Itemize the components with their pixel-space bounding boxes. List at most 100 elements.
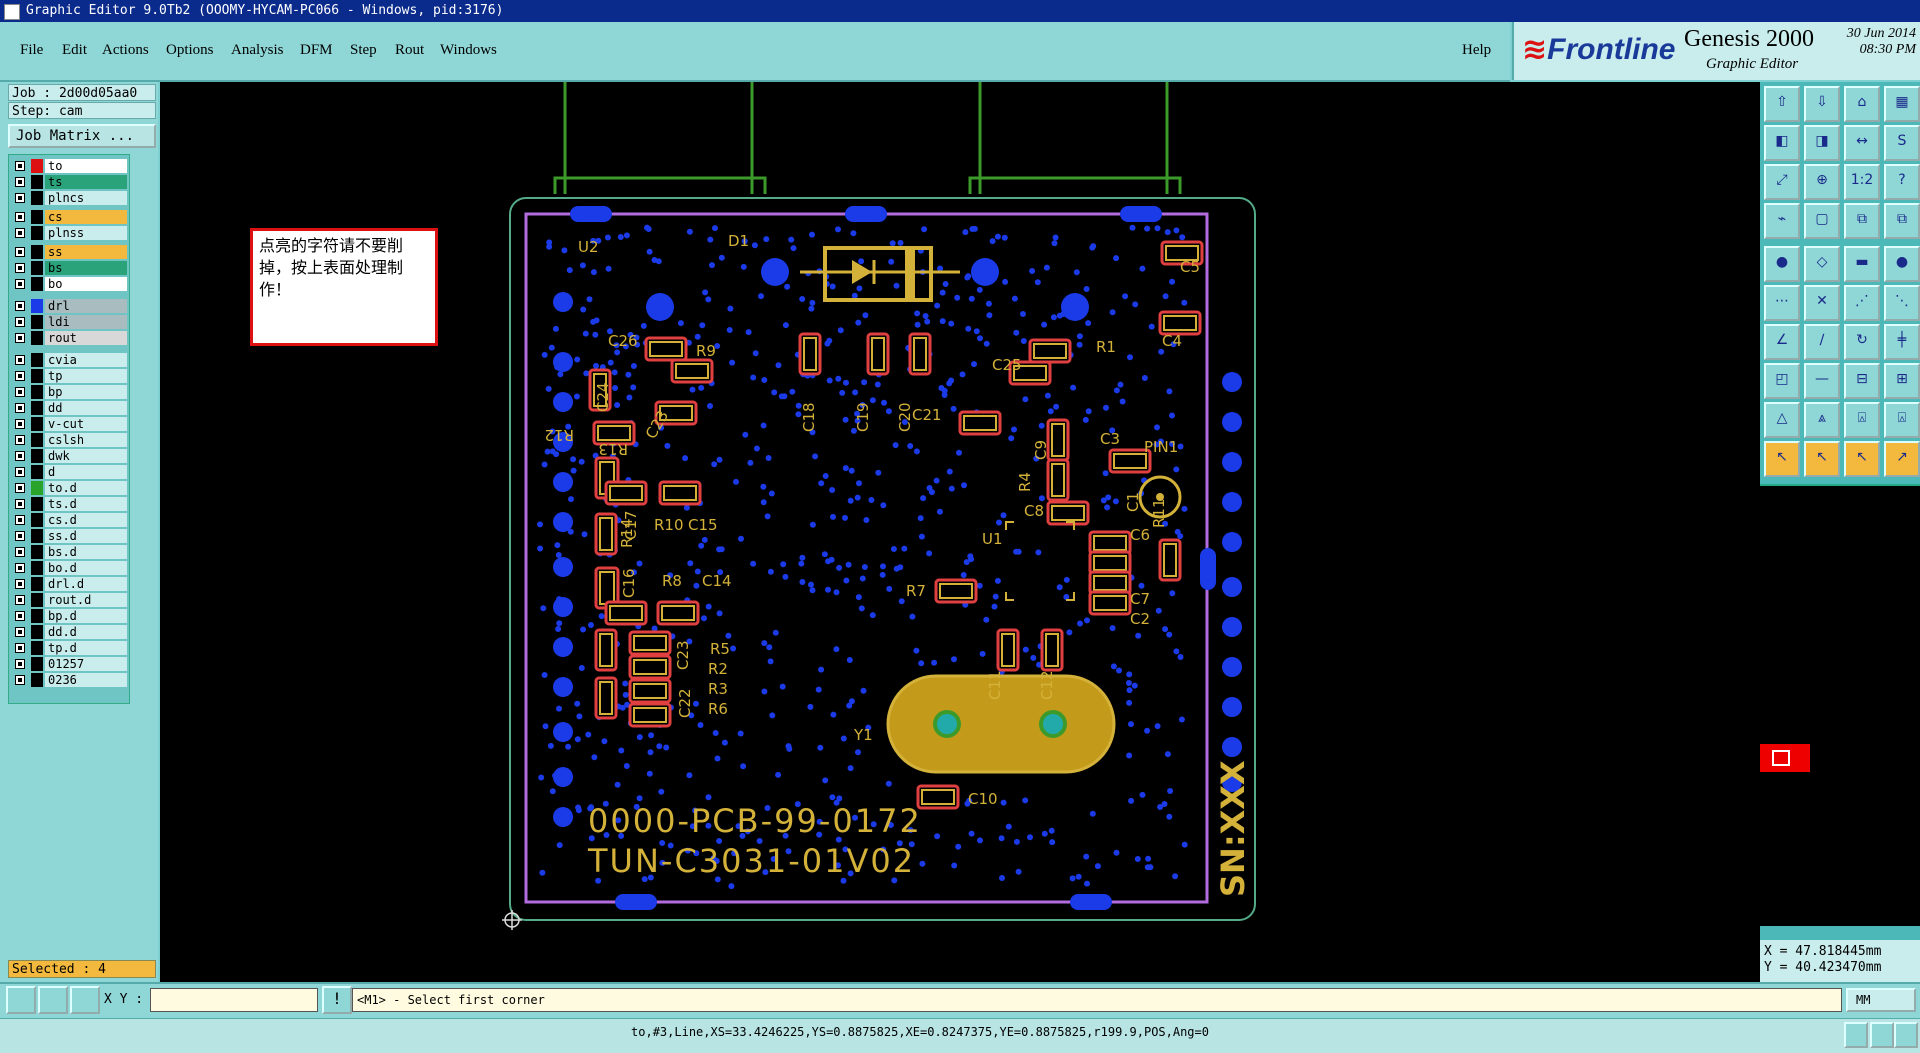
menu-actions[interactable]: Actions bbox=[102, 42, 149, 59]
layer-checkbox[interactable] bbox=[15, 531, 25, 541]
layer-row-drl-d[interactable]: drl.d bbox=[11, 577, 127, 591]
layer-row-ts[interactable]: ts bbox=[11, 175, 127, 189]
layer-color-swatch[interactable] bbox=[31, 561, 43, 575]
zoom-center-icon[interactable]: ⊕ bbox=[1804, 164, 1840, 200]
slash-icon[interactable]: ∕ bbox=[1804, 324, 1840, 360]
pointer-alt-icon[interactable]: ↖ bbox=[1804, 441, 1840, 477]
layer-color-swatch[interactable] bbox=[31, 159, 43, 173]
layer-checkbox[interactable] bbox=[15, 451, 25, 461]
xy-input[interactable] bbox=[150, 988, 318, 1012]
layer-row-bo[interactable]: bo bbox=[11, 277, 127, 291]
layer-color-swatch[interactable] bbox=[31, 641, 43, 655]
arch-icon[interactable]: ⍓ bbox=[1844, 402, 1880, 438]
layer-name[interactable]: plncs bbox=[45, 191, 127, 205]
layer-color-swatch[interactable] bbox=[31, 277, 43, 291]
layer-row-plnss[interactable]: plnss bbox=[11, 226, 127, 240]
pcb-view[interactable]: U2 D1C5C4C26R9C24C23R12R13C18 C19 C20C21C25… bbox=[160, 82, 1760, 982]
layer-checkbox[interactable] bbox=[15, 659, 25, 669]
layer-checkbox[interactable] bbox=[15, 355, 25, 365]
layer-row-ldi[interactable]: ldi bbox=[11, 315, 127, 329]
layer-name[interactable]: ss bbox=[45, 245, 127, 259]
layer-checkbox[interactable] bbox=[15, 595, 25, 605]
layer-color-swatch[interactable] bbox=[31, 481, 43, 495]
layer-checkbox[interactable] bbox=[15, 333, 25, 343]
scale-icon[interactable]: 1:2 bbox=[1844, 164, 1880, 200]
split-icon[interactable]: ╪ bbox=[1884, 324, 1920, 360]
layer-name[interactable]: cslsh bbox=[45, 433, 127, 447]
layer-color-swatch[interactable] bbox=[31, 625, 43, 639]
layer-name[interactable]: rout.d bbox=[45, 593, 127, 607]
layer-checkbox[interactable] bbox=[15, 515, 25, 525]
pointer-icon[interactable]: ↖ bbox=[1764, 441, 1800, 477]
layer-name[interactable]: bp bbox=[45, 385, 127, 399]
layer-name[interactable]: cs bbox=[45, 210, 127, 224]
route-icon[interactable]: ↗ bbox=[1884, 441, 1920, 477]
delete-icon[interactable]: ✕ bbox=[1804, 285, 1840, 321]
home-icon[interactable]: ⌂ bbox=[1844, 86, 1880, 122]
layer-checkbox[interactable] bbox=[15, 403, 25, 413]
view-icon[interactable]: ▢ bbox=[1804, 203, 1840, 239]
layer-row-tp[interactable]: tp bbox=[11, 369, 127, 383]
snap-icon[interactable] bbox=[6, 986, 36, 1014]
layer-color-swatch[interactable] bbox=[31, 449, 43, 463]
mirror-icon[interactable]: ↔ bbox=[1844, 125, 1880, 161]
layer-row-drl[interactable]: drl bbox=[11, 299, 127, 313]
layer-name[interactable]: tp.d bbox=[45, 641, 127, 655]
layer-color-swatch[interactable] bbox=[31, 529, 43, 543]
layer-row-d[interactable]: d bbox=[11, 465, 127, 479]
shape-icon[interactable]: ◇ bbox=[1804, 246, 1840, 282]
import-icon[interactable]: ⇧ bbox=[1764, 86, 1800, 122]
menu-analysis[interactable]: Analysis bbox=[231, 42, 284, 59]
cut-icon[interactable]: — bbox=[1804, 363, 1840, 399]
layer-checkbox[interactable] bbox=[15, 467, 25, 477]
layer-row-ts-d[interactable]: ts.d bbox=[11, 497, 127, 511]
layer-name[interactable]: to bbox=[45, 159, 127, 173]
help-icon[interactable]: ? bbox=[1884, 164, 1920, 200]
layer-checkbox[interactable] bbox=[15, 371, 25, 381]
layer-name[interactable]: dd bbox=[45, 401, 127, 415]
layer-color-swatch[interactable] bbox=[31, 465, 43, 479]
layer-name[interactable]: bs bbox=[45, 261, 127, 275]
layer-checkbox[interactable] bbox=[15, 483, 25, 493]
pan-left-icon[interactable]: ◧ bbox=[1764, 125, 1800, 161]
layer-color-swatch[interactable] bbox=[31, 497, 43, 511]
layer-color-swatch[interactable] bbox=[31, 191, 43, 205]
layer-name[interactable]: bo.d bbox=[45, 561, 127, 575]
layer-row-bp[interactable]: bp bbox=[11, 385, 127, 399]
select-box-icon[interactable]: ⊟ bbox=[1844, 363, 1880, 399]
close-icon[interactable] bbox=[1894, 1022, 1918, 1048]
help-icon[interactable] bbox=[1870, 1022, 1894, 1048]
layer-row-rout[interactable]: rout bbox=[11, 331, 127, 345]
layer-name[interactable]: to.d bbox=[45, 481, 127, 495]
triangle-alt-icon[interactable]: ⩓ bbox=[1804, 402, 1840, 438]
fit-icon[interactable]: ⤢ bbox=[1764, 164, 1800, 200]
layer-checkbox[interactable] bbox=[15, 247, 25, 257]
layer-checkbox[interactable] bbox=[15, 212, 25, 222]
layer-row-cs-d[interactable]: cs.d bbox=[11, 513, 127, 527]
layer-color-swatch[interactable] bbox=[31, 175, 43, 189]
layer-row-01257[interactable]: 01257 bbox=[11, 657, 127, 671]
move-icon[interactable]: ⋰ bbox=[1844, 285, 1880, 321]
triangle-icon[interactable]: △ bbox=[1764, 402, 1800, 438]
layer-checkbox[interactable] bbox=[15, 499, 25, 509]
layer-color-swatch[interactable] bbox=[31, 433, 43, 447]
pad-icon[interactable]: ● bbox=[1764, 246, 1800, 282]
layer-checkbox[interactable] bbox=[15, 301, 25, 311]
layer-checkbox[interactable] bbox=[15, 547, 25, 557]
layer-color-swatch[interactable] bbox=[31, 299, 43, 313]
layer-color-swatch[interactable] bbox=[31, 593, 43, 607]
layer-color-swatch[interactable] bbox=[31, 331, 43, 345]
menu-dfm[interactable]: DFM bbox=[300, 42, 333, 59]
copy-icon[interactable]: ⋱ bbox=[1884, 285, 1920, 321]
layer-name[interactable]: bo bbox=[45, 277, 127, 291]
layer-color-swatch[interactable] bbox=[31, 226, 43, 240]
menu-step[interactable]: Step bbox=[350, 42, 377, 59]
layer-checkbox[interactable] bbox=[15, 579, 25, 589]
layer-name[interactable]: cvia bbox=[45, 353, 127, 367]
circle-icon[interactable]: ● bbox=[1884, 246, 1920, 282]
layer-name[interactable]: drl.d bbox=[45, 577, 127, 591]
layer-name[interactable]: drl bbox=[45, 299, 127, 313]
layer-checkbox[interactable] bbox=[15, 161, 25, 171]
layer-row-to[interactable]: to bbox=[11, 159, 127, 173]
graphic-canvas[interactable]: U2 D1 C5 C4 C26 R9 C24 C23 R12 R13 C18 C19 C20 C21 C25… bbox=[160, 82, 1760, 982]
